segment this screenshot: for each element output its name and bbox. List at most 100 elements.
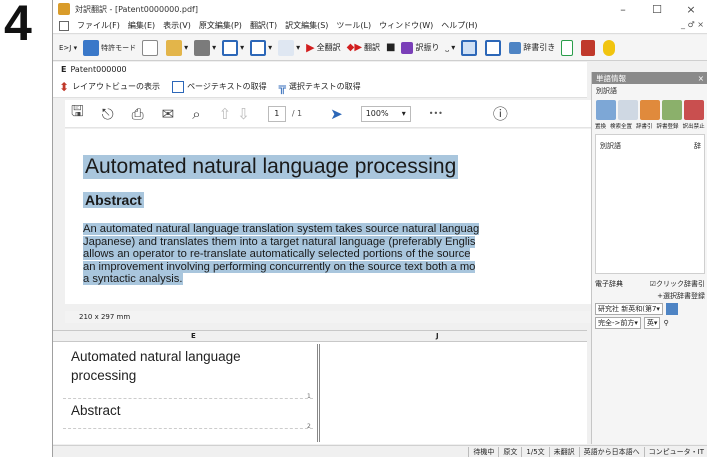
page-size: 210 x 297 mm (79, 313, 131, 321)
dictionary-lookup-button[interactable]: 辞書引き (509, 41, 555, 54)
dictionary-select-row: 研究社 新英和(第7 ▾ (592, 302, 707, 316)
status-state: 待機中 (468, 446, 498, 457)
language-select[interactable]: 英 ▾ (643, 317, 661, 329)
share-icon[interactable]: ⎋ (102, 105, 114, 123)
space-icon[interactable]: ⎵ ▾ (445, 43, 455, 53)
split-horizontal-icon[interactable] (485, 39, 503, 56)
page-count: / 1 (291, 109, 303, 118)
page-up-icon[interactable]: ⇧ (219, 105, 232, 123)
close-button[interactable]: × (674, 0, 707, 18)
panel-close-icon[interactable]: × (698, 74, 704, 83)
source-segment[interactable]: Automated natural language processing (71, 349, 241, 384)
body-line: An automated natural language translatio… (83, 223, 480, 235)
menu-target-edit[interactable]: 訳文編集(S) (281, 20, 332, 31)
layout-view-button[interactable]: ⬍ レイアウトビューの表示 (59, 80, 160, 94)
dictionary-lookup-icon[interactable] (640, 100, 660, 120)
font-icon[interactable]: ▾ (278, 39, 300, 56)
status-bar: 待機中 原文 1/5文 未翻訳 英語から日本語へ コンピュータ・IT (53, 445, 707, 457)
patent-mode-icon (83, 39, 100, 56)
translation-grid: Automated natural language processing 1 … (53, 342, 587, 444)
search-mode-select[interactable]: 完全->前方 ▾ (595, 317, 641, 329)
child-window-controls[interactable]: _ ♂ × (681, 20, 704, 29)
mail-icon[interactable]: ✉ (162, 105, 175, 123)
dictionary-row: 電子辞典 ☑クリック辞書引 (595, 279, 705, 289)
column-divider[interactable] (317, 344, 320, 442)
status-translation: 未翻訳 (548, 446, 579, 457)
alt-word-tab[interactable]: 別訳語 (592, 84, 707, 98)
search-mode-row: 完全->前方 ▾ 英 ▾ ⚲ (592, 316, 707, 330)
document-body: An automated natural language translatio… (83, 223, 613, 286)
page-down-icon[interactable]: ⇩ (237, 105, 250, 123)
body-line: allows an operator to re-translate autom… (83, 248, 471, 261)
dictionary-select[interactable]: 研究社 新英和(第7 ▾ (595, 303, 663, 315)
maximize-button[interactable]: ☐ (640, 0, 674, 18)
list-icon[interactable] (561, 39, 575, 56)
user-icon[interactable] (603, 39, 617, 56)
selected-text-icon: ╦ (278, 79, 286, 94)
binoculars-icon[interactable]: ⚲ (663, 319, 668, 327)
search-replace-icon[interactable] (618, 100, 638, 120)
chevron-down-icon: ▾ (401, 109, 406, 118)
dictionary-icon (509, 41, 522, 54)
pdf-toolbar: 🖫 ⎋ ⎙ ✉ ⌕ ⇧ ⇩ 1 / 1 ➤ 100% ▾ ••• ⓘ (65, 100, 617, 128)
main-toolbar: E>J ▾ 特許モード ▾ ▾ ▾ ▾ ▾ ▶ 全翻訳 ◆▶ 翻訳 ■ 訳振り … (53, 35, 707, 61)
help-icon[interactable]: ⓘ (493, 103, 508, 124)
menu-file[interactable]: ファイル(F) (73, 20, 124, 31)
translate-all-button[interactable]: ▶ 全翻訳 (306, 41, 340, 54)
select-cursor-icon[interactable]: ➤ (330, 105, 343, 123)
status-direction: 英語から日本語へ (578, 446, 644, 457)
menu-edit[interactable]: 編集(E) (124, 20, 159, 31)
panel-icon-row (592, 98, 707, 122)
menu-tools[interactable]: ツール(L) (332, 20, 375, 31)
menu-translate[interactable]: 翻訳(T) (246, 20, 281, 31)
pdf-status-bar: 210 x 297 mm (65, 311, 613, 323)
split-vertical-icon[interactable] (461, 39, 479, 56)
new-document-icon[interactable] (142, 39, 160, 56)
menu-view[interactable]: 表示(V) (159, 20, 195, 31)
click-lookup-checkbox[interactable]: ☑クリック辞書引 (650, 279, 705, 289)
status-source: 原文 (498, 446, 521, 457)
more-button[interactable]: ••• (429, 109, 443, 118)
ban-icon[interactable] (684, 100, 704, 120)
dictionary-icon[interactable] (665, 303, 678, 315)
save-icon[interactable]: 🖫 (71, 101, 84, 126)
menu-help[interactable]: ヘルプ(H) (437, 20, 481, 31)
document-heading: Automated natural language processing (83, 155, 459, 179)
layout-icon[interactable]: ▾ (250, 39, 272, 56)
document-icon (59, 20, 69, 31)
dictionary-register-icon[interactable] (662, 100, 682, 120)
grid-header: E J (53, 330, 587, 342)
zoom-select[interactable]: 100% ▾ (360, 105, 411, 122)
replace-icon[interactable] (596, 100, 616, 120)
stop-button[interactable]: ■ (386, 42, 395, 53)
minimize-button[interactable]: – (606, 0, 640, 18)
menu-source-edit[interactable]: 原文編集(P) (195, 20, 246, 31)
source-segment[interactable]: Abstract (71, 403, 121, 419)
title-bar: 対訳翻訳 - [Patent0000000.pdf] – ☐ × (53, 0, 707, 18)
patent-mode-button[interactable]: 特許モード (83, 39, 136, 56)
status-sentence-count: 1/5文 (521, 446, 548, 457)
menu-window[interactable]: ウィンドウ(W) (375, 20, 437, 31)
print-icon[interactable]: ⎙ (132, 105, 144, 123)
get-selected-text-button[interactable]: ╦ 選択テキストの取得 (279, 80, 361, 94)
play-icon: ▶ (306, 41, 315, 54)
columns-icon[interactable]: ▾ (222, 39, 244, 56)
page-text-icon (172, 80, 185, 93)
window-controls: – ☐ × (606, 0, 707, 18)
document-pane-header: E Patent000000 (53, 62, 587, 76)
excel-icon[interactable] (581, 39, 597, 56)
print-icon[interactable]: ▾ (194, 39, 216, 56)
menu-bar: ファイル(F) 編集(E) 表示(V) 原文編集(P) 翻訳(T) 訳文編集(S… (53, 18, 707, 34)
translate-button[interactable]: ◆▶ 翻訳 (347, 42, 380, 53)
alt-translation-button[interactable]: 訳振り (401, 41, 439, 54)
select-dictionary-link[interactable]: +選択辞書登録 (592, 290, 707, 302)
app-window: 対訳翻訳 - [Patent0000000.pdf] – ☐ × ファイル(F)… (52, 0, 707, 457)
direction-button[interactable]: E>J ▾ (59, 44, 77, 52)
app-icon (58, 3, 70, 15)
window-title: 対訳翻訳 - [Patent0000000.pdf] (75, 4, 198, 14)
alt-word-list[interactable]: 別訳語 辞 (595, 134, 705, 274)
get-page-text-button[interactable]: ページテキストの取得 (172, 80, 267, 93)
open-folder-icon[interactable]: ▾ (166, 39, 188, 56)
search-icon[interactable]: ⌕ (192, 105, 200, 123)
page-number-input[interactable]: 1 (267, 105, 286, 122)
